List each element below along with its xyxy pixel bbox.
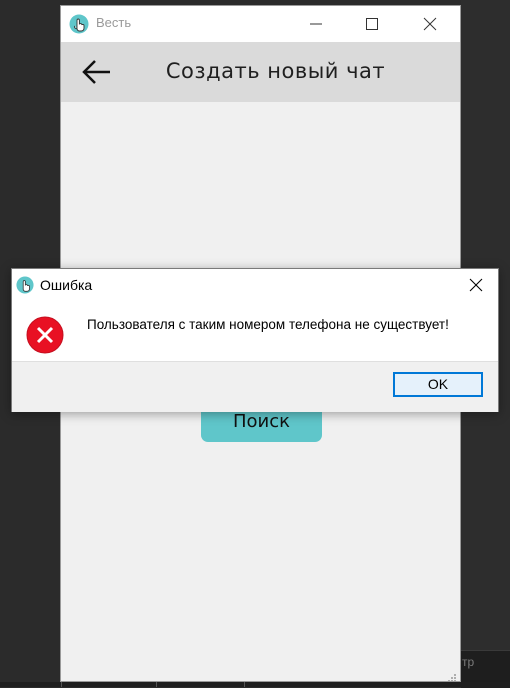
ok-button[interactable]: OK bbox=[393, 372, 483, 397]
close-icon bbox=[423, 17, 437, 31]
window-titlebar[interactable]: Весть bbox=[61, 6, 460, 42]
background-divider bbox=[61, 682, 62, 687]
error-icon bbox=[26, 316, 64, 354]
background-divider bbox=[156, 682, 157, 687]
dialog-body: Пользователя с таким номером телефона не… bbox=[12, 301, 498, 361]
window-close-button[interactable] bbox=[408, 6, 454, 42]
background-divider bbox=[244, 682, 245, 687]
page-title: Создать новый чат bbox=[165, 59, 386, 83]
window-title: Весть bbox=[96, 15, 132, 30]
resize-grip-icon[interactable] bbox=[447, 668, 457, 682]
app-header: Создать новый чат bbox=[61, 42, 460, 102]
background-partial-text: тр bbox=[462, 655, 475, 669]
close-icon bbox=[469, 278, 483, 292]
hand-pointer-icon bbox=[16, 276, 34, 294]
dialog-title: Ошибка bbox=[40, 277, 93, 293]
error-dialog: Ошибка Пользователя с таким номером теле… bbox=[11, 268, 499, 412]
maximize-button[interactable] bbox=[350, 6, 396, 42]
maximize-icon bbox=[366, 18, 378, 30]
hand-pointer-icon bbox=[69, 14, 89, 34]
minimize-button[interactable] bbox=[294, 6, 340, 42]
dialog-footer: OK bbox=[12, 361, 498, 412]
background-taskbar bbox=[0, 682, 510, 687]
dialog-titlebar[interactable]: Ошибка bbox=[12, 269, 498, 301]
dialog-close-button[interactable] bbox=[454, 269, 498, 301]
minimize-icon bbox=[310, 23, 322, 25]
dialog-message: Пользователя с таким номером телефона не… bbox=[87, 317, 449, 332]
